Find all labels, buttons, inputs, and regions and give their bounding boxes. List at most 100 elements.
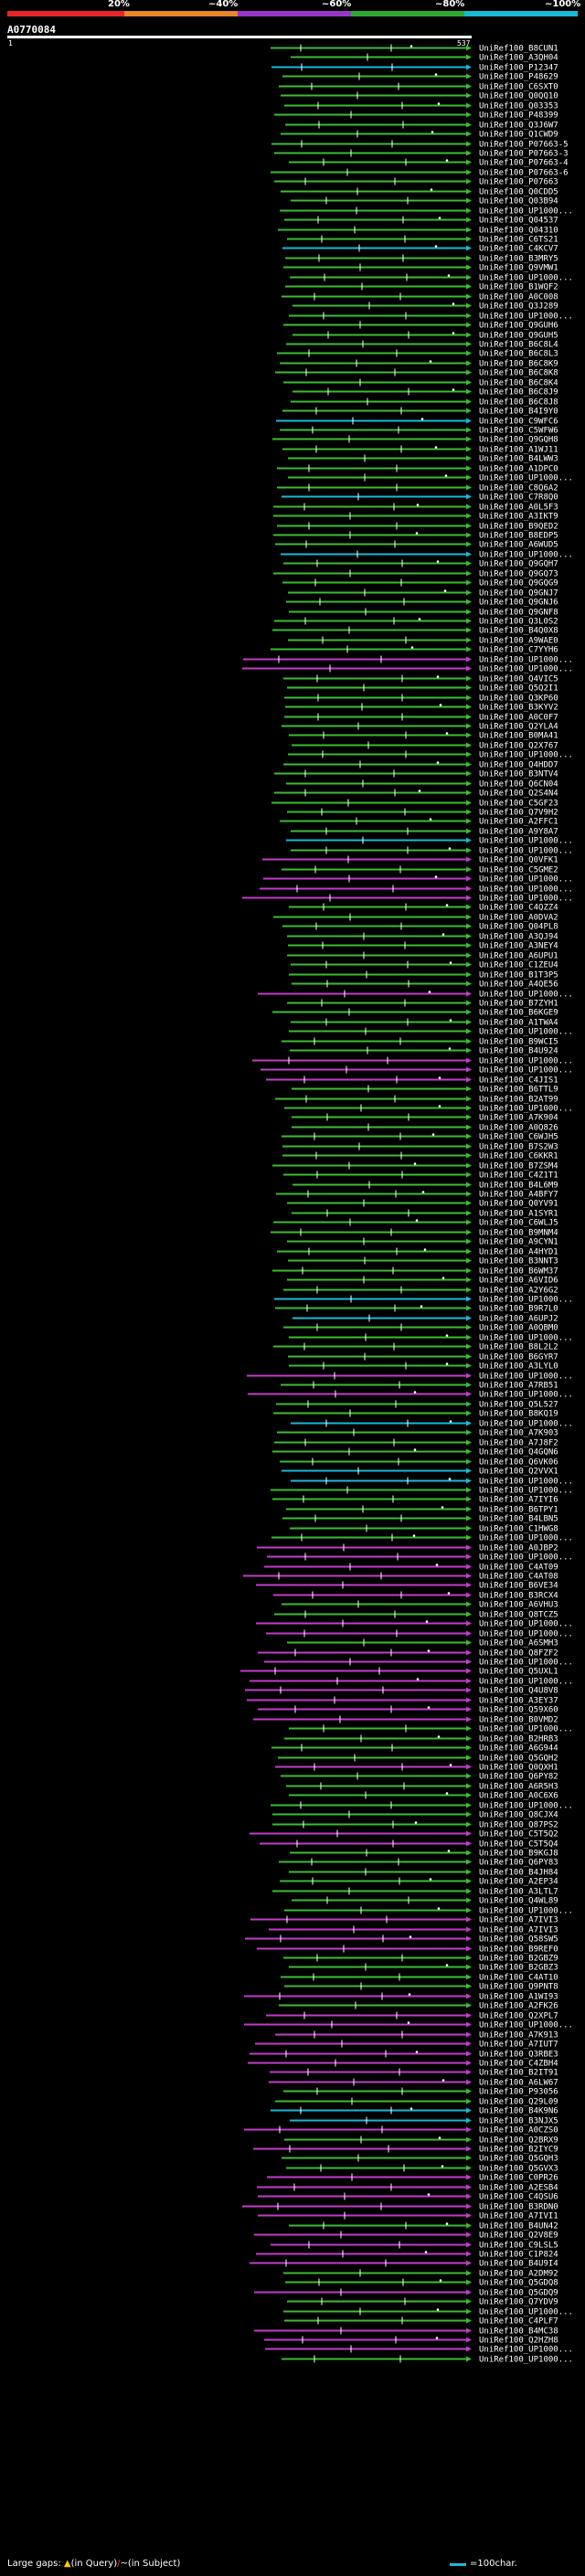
hit-accession-label: UniRef100_UP1000... xyxy=(479,1420,573,1429)
hit-end-arrow xyxy=(466,1811,472,1818)
hit-accession-label: UniRef100_Q7V9H2 xyxy=(479,809,558,818)
hit-end-arrow xyxy=(466,1182,472,1188)
gap-dot xyxy=(427,1706,431,1709)
hit-accession-label: UniRef100_C8Q6A2 xyxy=(479,484,558,493)
hit-end-arrow xyxy=(466,2184,472,2190)
hit-accession-label: UniRef100_Q9GQ73 xyxy=(479,570,558,579)
gap-dot xyxy=(420,418,424,420)
hit-end-arrow xyxy=(466,1009,472,1015)
gap-dot xyxy=(423,1248,427,1251)
hit-accession-label: UniRef100_B4Q0X8 xyxy=(479,627,558,636)
hit-end-arrow xyxy=(466,504,472,510)
hit-end-arrow xyxy=(466,1143,472,1150)
hit-end-arrow xyxy=(466,1639,472,1646)
hit-end-arrow xyxy=(466,2031,472,2038)
gap-dot xyxy=(434,875,438,878)
hit-end-arrow xyxy=(466,255,472,261)
hit-end-arrow xyxy=(466,408,472,414)
hit-end-arrow xyxy=(466,2222,472,2229)
hit-accession-label: UniRef100_B8L2L2 xyxy=(479,1343,558,1352)
hit-accession-label: UniRef100_Q8CJX4 xyxy=(479,1811,558,1820)
hit-accession-label: UniRef100_UP1000... xyxy=(479,1057,573,1066)
hit-end-arrow xyxy=(466,1916,472,1923)
hit-accession-label: UniRef100_A7IUT7 xyxy=(479,2041,558,2050)
hit-end-arrow xyxy=(466,159,472,165)
hit-end-arrow xyxy=(466,227,472,233)
gap-dot xyxy=(445,1362,449,1365)
gap-dot xyxy=(438,1076,441,1079)
hit-end-arrow xyxy=(466,770,472,777)
gap-dot xyxy=(434,446,438,449)
hit-end-arrow xyxy=(466,875,472,882)
hit-accession-label: UniRef100_Q58SW5 xyxy=(479,1935,558,1945)
gap-dot xyxy=(420,1305,423,1308)
hit-accession-label: UniRef100_Q87PS2 xyxy=(479,1821,558,1830)
gap-dot xyxy=(452,388,455,391)
hit-accession-label: UniRef100_Q04537 xyxy=(479,217,558,226)
hit-end-arrow xyxy=(466,360,472,366)
gap-dot xyxy=(413,1391,417,1394)
gap-dot xyxy=(445,2222,449,2225)
hit-end-arrow xyxy=(466,1124,472,1130)
hit-accession-label: UniRef100_C6SXT0 xyxy=(479,83,558,92)
hit-accession-label: UniRef100_A7K904 xyxy=(479,1114,558,1123)
hit-end-arrow xyxy=(466,197,472,204)
gap-dot xyxy=(449,1420,452,1423)
hit-end-arrow xyxy=(466,1611,472,1617)
hit-end-arrow xyxy=(466,350,472,356)
hit-accession-label: UniRef100_A0C008 xyxy=(479,293,558,302)
hit-end-arrow xyxy=(466,609,472,615)
hit-end-arrow xyxy=(466,2327,472,2334)
hit-accession-label: UniRef100_A0DVA2 xyxy=(479,914,558,923)
hit-accession-label: UniRef100_A6SMH3 xyxy=(479,1639,558,1648)
hit-accession-label: UniRef100_A7IVI1 xyxy=(479,2212,558,2221)
hit-end-arrow xyxy=(466,1945,472,1952)
hit-end-arrow xyxy=(466,1802,472,1808)
hit-end-arrow xyxy=(466,45,472,51)
gap-dot xyxy=(429,360,432,363)
hit-accession-label: UniRef100_A3QJ94 xyxy=(479,933,558,942)
query-gap-label: (in Query) xyxy=(70,2559,118,2569)
hit-accession-label: UniRef100_Q7YDV9 xyxy=(479,2298,558,2307)
hit-end-arrow xyxy=(466,665,472,672)
hit-end-arrow xyxy=(466,1687,472,1693)
hit-end-arrow xyxy=(466,1315,472,1321)
hit-accession-label: UniRef100_Q3L0S2 xyxy=(479,618,558,627)
hit-accession-label: UniRef100_UP1000... xyxy=(479,1678,573,1687)
hit-accession-label: UniRef100_UP1000... xyxy=(479,1478,573,1487)
hit-accession-label: UniRef100_B6C8J8 xyxy=(479,398,558,408)
gap-dot xyxy=(448,1478,452,1480)
hit-accession-label: UniRef100_Q2XPL7 xyxy=(479,2012,558,2021)
hit-accession-label: UniRef100_B7ZYH1 xyxy=(479,1000,558,1009)
hit-end-arrow xyxy=(466,332,472,338)
hit-end-arrow xyxy=(466,111,472,118)
hit-accession-label: UniRef100_A6VID6 xyxy=(479,1277,558,1286)
hit-end-arrow xyxy=(466,694,472,701)
hit-end-arrow xyxy=(466,1133,472,1140)
hit-accession-label: UniRef100_C6WJH5 xyxy=(479,1133,558,1142)
hit-end-arrow xyxy=(466,1534,472,1541)
hit-end-arrow xyxy=(466,1439,472,1446)
hit-end-arrow xyxy=(466,1038,472,1044)
hit-end-arrow xyxy=(466,2346,472,2352)
gap-dot xyxy=(445,1334,449,1337)
hit-accession-label: UniRef100_C5WFW6 xyxy=(479,427,558,436)
hit-accession-label: UniRef100_A0CZS0 xyxy=(479,2126,558,2136)
hit-accession-label: UniRef100_Q6VK06 xyxy=(479,1458,558,1468)
hit-accession-label: UniRef100_B3NJX5 xyxy=(479,2117,558,2126)
gap-dot xyxy=(434,73,438,76)
hit-accession-label: UniRef100_B4UN42 xyxy=(479,2222,558,2231)
hit-end-arrow xyxy=(466,1850,472,1856)
hit-end-arrow xyxy=(466,2002,472,2009)
gap-dot xyxy=(415,1219,419,1222)
hit-end-arrow xyxy=(466,64,472,70)
hit-accession-label: UniRef100_A0QBM0 xyxy=(479,1324,558,1333)
gap-dot xyxy=(410,2107,413,2110)
hit-accession-label: UniRef100_UP1000... xyxy=(479,1391,573,1400)
hit-accession-label: UniRef100_A2DM92 xyxy=(479,2270,558,2279)
hit-end-arrow xyxy=(466,436,472,442)
hit-accession-label: UniRef100_UP1000... xyxy=(479,847,573,856)
hit-accession-label: UniRef100_B6C8L4 xyxy=(479,341,558,350)
hit-end-arrow xyxy=(466,245,472,251)
hit-end-arrow xyxy=(466,923,472,929)
